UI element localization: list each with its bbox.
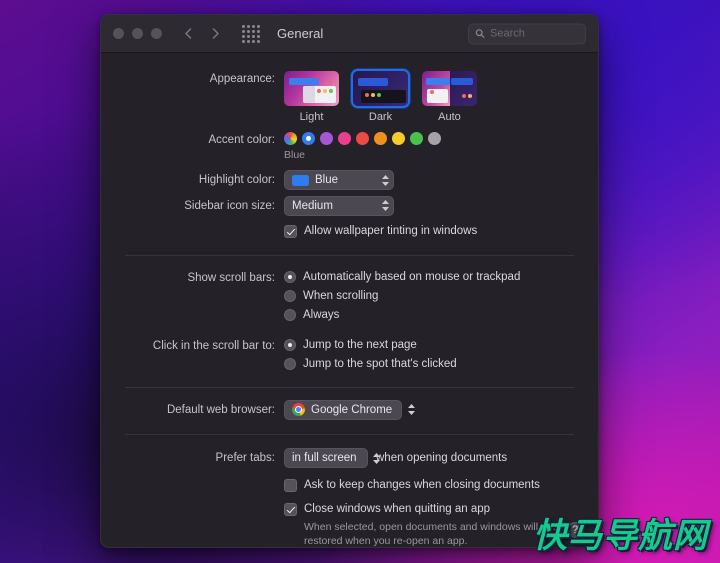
radio-icon [284,308,296,321]
accent-swatch-green[interactable] [410,132,423,145]
scroll-bars-label: Show scroll bars: [187,271,275,284]
checkbox-icon [284,503,297,516]
sidebar-icon-size-value: Medium [292,199,333,212]
accent-selected-name: Blue [284,149,306,161]
checkbox-icon [284,224,297,238]
accent-swatch-pink[interactable] [338,132,351,145]
highlight-color-label: Highlight color: [198,174,275,186]
highlight-color-select[interactable]: Blue [284,170,394,190]
accent-color-row: Accent color: Blue [101,123,598,161]
chevron-updown-icon [372,174,389,186]
sidebar-icon-size-select[interactable]: Medium [284,195,394,216]
chevron-updown-icon [363,452,380,464]
accent-swatch-blue[interactable] [302,132,315,145]
appearance-option-auto[interactable]: Auto [422,71,477,123]
preferences-content: Appearance: Light Dark Auto Accent color… [101,53,598,547]
light-theme-thumbnail [284,71,339,106]
minimize-button[interactable] [132,28,143,39]
scroll-bar-click-row: Click in the scroll bar to: Jump to the … [101,327,598,376]
search-input[interactable] [490,27,579,40]
chrome-icon [292,403,305,416]
ask-keep-changes-checkbox[interactable]: Ask to keep changes when closing documen… [284,478,598,493]
scroll-bars-option-label: Always [303,308,340,321]
default-browser-label: Default web browser: [166,403,275,416]
appearance-label: Appearance: [209,73,275,85]
appearance-options: Light Dark Auto [284,71,598,123]
radio-icon [284,289,296,302]
accent-swatch-yellow[interactable] [392,132,405,145]
scroll-bar-click-option-next-page[interactable]: Jump to the next page [284,338,598,352]
scroll-bar-click-option-label: Jump to the next page [303,338,417,351]
light-theme-label: Light [299,111,324,123]
scroll-bars-option-always[interactable]: Always [284,308,598,322]
traffic-lights [113,28,162,39]
prefer-tabs-suffix: when opening documents [376,452,508,464]
window-titlebar: General [101,15,598,53]
scroll-bar-click-option-label: Jump to the spot that's clicked [303,357,457,370]
radio-icon [284,338,296,351]
auto-theme-thumbnail [422,71,477,106]
ask-keep-changes-label: Ask to keep changes when closing documen… [304,479,540,491]
highlight-color-row: Highlight color: Blue [101,170,598,191]
accent-swatches [284,132,598,145]
wallpaper-tinting-label: Allow wallpaper tinting in windows [304,224,478,237]
zoom-button[interactable] [151,28,162,39]
sidebar-icon-size-row: Sidebar icon size: Medium [101,195,598,216]
radio-icon [284,357,296,370]
close-button[interactable] [113,28,124,39]
radio-icon [284,270,296,283]
page-title: General [277,26,324,41]
system-preferences-window: General Appearance: [100,14,599,548]
chevron-updown-icon [398,404,416,415]
wallpaper-tinting-row: Allow wallpaper tinting in windows [101,216,598,239]
scroll-bar-click-option-spot-clicked[interactable]: Jump to the spot that's clicked [284,357,598,371]
appearance-row: Appearance: Light Dark Auto [101,53,598,123]
search-icon [475,29,485,38]
dark-theme-thumbnail [353,71,408,106]
accent-color-label: Accent color: [208,134,275,146]
chevron-updown-icon [372,200,389,211]
highlight-color-value: Blue [315,174,339,186]
sidebar-icon-size-label: Sidebar icon size: [184,199,275,212]
scroll-bars-row: Show scroll bars: Automatically based on… [101,256,598,327]
scroll-bars-option-label: Automatically based on mouse or trackpad [303,270,521,283]
appearance-option-dark[interactable]: Dark [353,71,408,123]
prefer-tabs-label: Prefer tabs: [215,452,275,464]
scroll-bars-option-when-scrolling[interactable]: When scrolling [284,289,598,303]
close-windows-label: Close windows when quitting an app [304,503,491,515]
highlight-color-swatch [292,174,309,186]
prefer-tabs-select[interactable]: in full screen [284,448,380,468]
default-browser-value: Google Chrome [311,403,393,416]
appearance-option-light[interactable]: Light [284,71,339,123]
watermark: 快马导航网 [533,516,708,556]
wallpaper-tinting-checkbox[interactable]: Allow wallpaper tinting in windows [284,224,598,239]
default-browser-row: Default web browser: Google Chrome [101,388,598,422]
forward-button[interactable] [209,27,222,40]
back-button[interactable] [182,27,195,40]
checkbox-icon [284,479,297,492]
accent-swatch-multicolor[interactable] [284,132,297,145]
scroll-bars-option-label: When scrolling [303,289,379,302]
dark-theme-label: Dark [368,111,393,123]
scroll-bar-click-label: Click in the scroll bar to: [152,339,275,352]
auto-theme-label: Auto [438,111,461,123]
prefer-tabs-value: in full screen [292,452,357,464]
scroll-bars-option-automatic[interactable]: Automatically based on mouse or trackpad [284,270,598,284]
prefer-tabs-row: Prefer tabs: in full screen when opening… [101,435,598,547]
search-field[interactable] [468,23,586,44]
accent-swatch-red[interactable] [356,132,369,145]
accent-swatch-graphite[interactable] [428,132,441,145]
accent-swatch-purple[interactable] [320,132,333,145]
nav-buttons [182,27,222,40]
grid-apps-icon[interactable] [242,24,260,43]
default-browser-select[interactable]: Google Chrome [284,399,416,420]
accent-swatch-orange[interactable] [374,132,387,145]
